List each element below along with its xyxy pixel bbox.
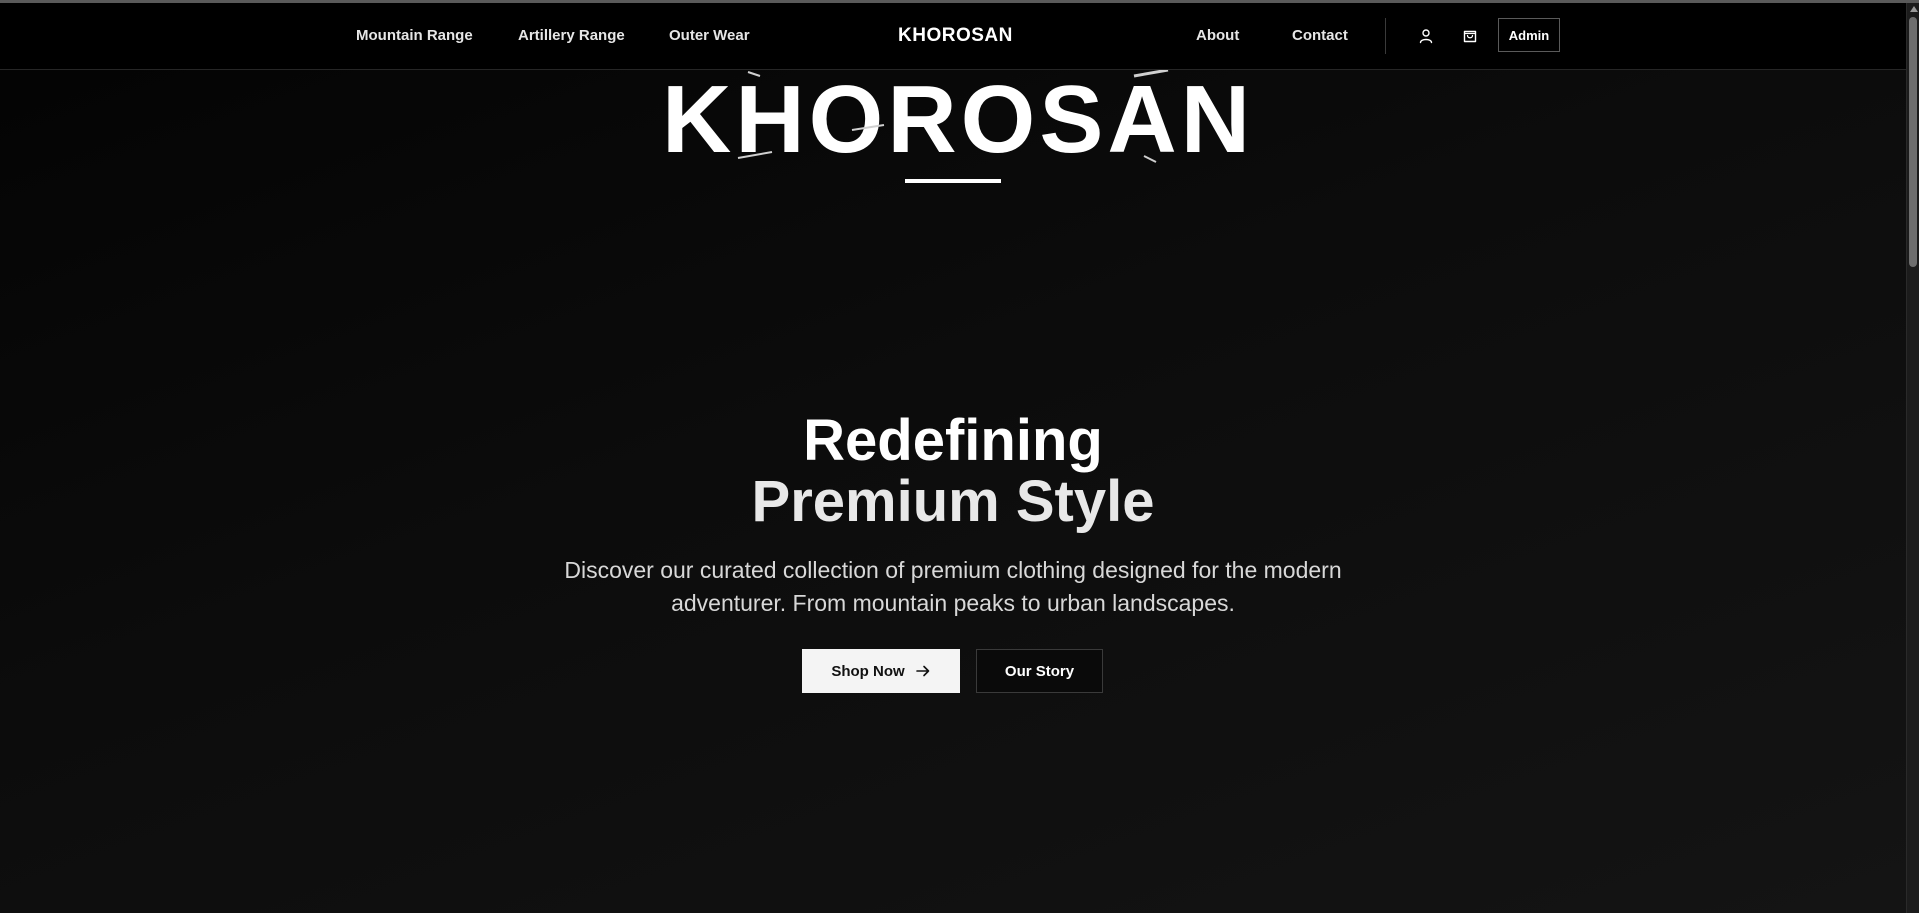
nav-link-about[interactable]: About bbox=[1196, 27, 1239, 44]
logo-underline bbox=[905, 179, 1001, 183]
our-story-button[interactable]: Our Story bbox=[976, 649, 1103, 693]
nav-link-mountain-range[interactable]: Mountain Range bbox=[356, 27, 473, 44]
nav-link-contact[interactable]: Contact bbox=[1292, 27, 1348, 44]
our-story-label: Our Story bbox=[1004, 662, 1075, 680]
hero-title-line2: Premium Style bbox=[751, 469, 1155, 534]
cart-button[interactable] bbox=[1460, 26, 1480, 46]
user-icon bbox=[1419, 29, 1433, 44]
nav-divider bbox=[1385, 18, 1386, 54]
hero-title: Redefining Premium Style bbox=[560, 410, 1346, 532]
account-button[interactable] bbox=[1416, 26, 1436, 46]
site-header: Mountain Range Artillery Range Outer Wea… bbox=[0, 3, 1906, 70]
admin-button[interactable]: Admin bbox=[1498, 18, 1560, 52]
nav-link-outer-wear[interactable]: Outer Wear bbox=[669, 27, 750, 44]
brand-logo-link[interactable]: KHOROSAN bbox=[898, 25, 1013, 47]
shopping-bag-icon bbox=[1463, 30, 1477, 43]
hero-subtitle: Discover our curated collection of premi… bbox=[564, 557, 1342, 616]
nav-link-artillery-range[interactable]: Artillery Range bbox=[518, 27, 625, 44]
page-viewport: Mountain Range Artillery Range Outer Wea… bbox=[0, 0, 1919, 913]
scroll-thumb[interactable] bbox=[1909, 17, 1917, 267]
shop-now-label: Shop Now bbox=[831, 662, 905, 680]
hero-logo: KHOROSAN bbox=[662, 70, 1250, 170]
arrow-right-icon bbox=[915, 665, 929, 677]
hero-title-line1: Redefining bbox=[803, 408, 1103, 473]
logo-accent-strokes bbox=[737, 70, 1169, 163]
scroll-up-arrow-icon[interactable] bbox=[1910, 6, 1918, 12]
page-scrollbar[interactable] bbox=[1906, 3, 1919, 913]
shop-now-button[interactable]: Shop Now bbox=[802, 649, 960, 693]
